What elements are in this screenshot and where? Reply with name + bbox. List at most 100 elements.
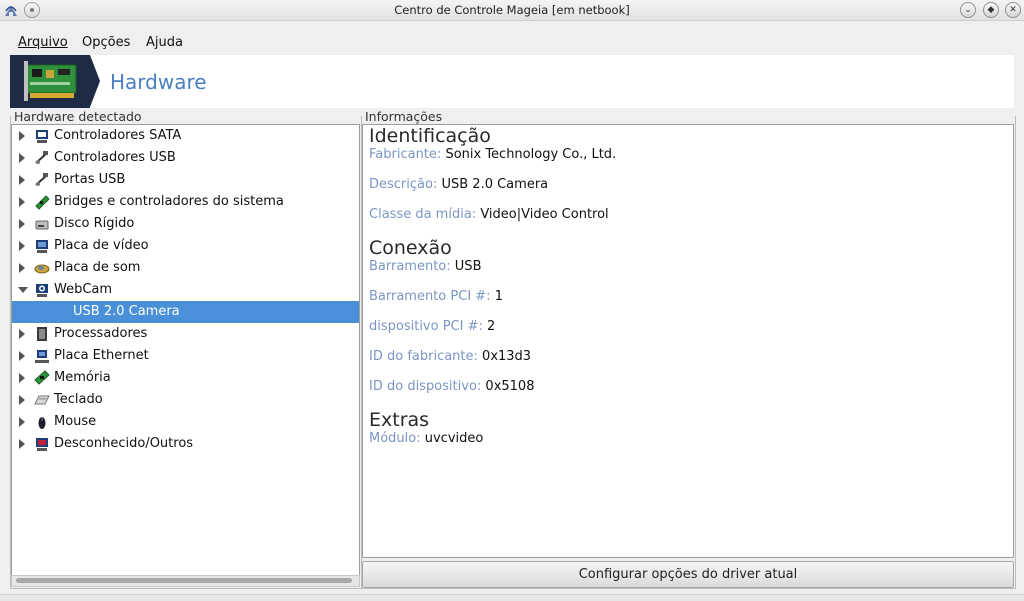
tree-item-label: Placa de som <box>54 260 141 275</box>
field-id-fabricante: ID do fabricante: 0x13d3 <box>369 349 531 364</box>
field-value: Video|Video Control <box>480 207 609 222</box>
bridge-icon <box>35 195 50 210</box>
tree-item-label: Controladores SATA <box>54 128 182 143</box>
tree-item-keyboard[interactable]: Teclado <box>12 389 359 411</box>
maximize-button[interactable]: ◆ <box>983 2 999 18</box>
memory-icon <box>34 370 50 385</box>
field-value: 0x5108 <box>485 379 535 394</box>
tree-item-label: Portas USB <box>54 172 126 187</box>
expander-icon[interactable] <box>19 417 25 427</box>
tree-item-label: Bridges e controladores do sistema <box>54 194 284 209</box>
tree-item-bridges[interactable]: Bridges e controladores do sistema <box>12 191 359 213</box>
expander-icon[interactable] <box>19 439 25 449</box>
field-classe-midia: Classe da mídia: Video|Video Control <box>369 207 609 222</box>
window-titlebar: Centro de Controle Mageia [em netbook] ⌄… <box>0 0 1024 21</box>
field-descricao: Descrição: USB 2.0 Camera <box>369 177 548 192</box>
field-id-dispositivo: ID do dispositivo: 0x5108 <box>369 379 534 394</box>
section-identificacao-title: Identificação <box>369 125 491 147</box>
info-frame-label: Informações <box>364 109 444 124</box>
menu-arquivo[interactable]: Arquivo <box>18 35 68 50</box>
usb-port-icon <box>35 173 48 186</box>
expander-icon[interactable] <box>19 131 25 141</box>
processor-icon <box>37 327 47 341</box>
menu-opcoes[interactable]: Opções <box>82 35 130 50</box>
expander-icon[interactable] <box>19 373 25 383</box>
scrollbar-thumb[interactable] <box>16 578 352 583</box>
expander-icon[interactable] <box>19 329 25 339</box>
horizontal-scrollbar[interactable] <box>11 575 360 587</box>
tree-item-ethernet[interactable]: Placa Ethernet <box>12 345 359 367</box>
menu-arquivo-label: Arquivo <box>18 35 68 50</box>
tree-item-usb-camera[interactable]: USB 2.0 Camera <box>12 301 359 323</box>
tree-item-hard-disk[interactable]: Disco Rígido <box>12 213 359 235</box>
field-value: USB <box>454 259 482 274</box>
info-panel: Identificação Fabricante: Sonix Technolo… <box>362 124 1014 558</box>
close-button[interactable]: ✕ <box>1005 2 1021 18</box>
tree-item-memory[interactable]: Memória <box>12 367 359 389</box>
header-banner: Hardware <box>10 55 1014 108</box>
chevron-down-icon: ⌄ <box>964 5 972 15</box>
usb-controller-icon <box>35 151 48 164</box>
page-title: Hardware <box>110 70 207 94</box>
section-conexao-title: Conexão <box>369 237 452 259</box>
tree-item-usb-ports[interactable]: Portas USB <box>12 169 359 191</box>
tree-item-unknown[interactable]: Desconhecido/Outros <box>12 433 359 455</box>
field-label: Barramento: <box>369 259 451 274</box>
field-value: Sonix Technology Co., Ltd. <box>445 147 617 162</box>
hardware-tree[interactable]: Controladores SATA Controladores USB Por… <box>11 124 360 576</box>
header-logo <box>10 55 90 108</box>
field-value: USB 2.0 Camera <box>441 177 549 192</box>
tree-item-label: Processadores <box>54 326 148 341</box>
field-value: 0x13d3 <box>482 349 532 364</box>
tree-item-label: Desconhecido/Outros <box>54 436 194 451</box>
tree-item-label: Placa Ethernet <box>54 348 149 363</box>
field-fabricante: Fabricante: Sonix Technology Co., Ltd. <box>369 147 616 162</box>
expander-icon[interactable] <box>19 175 25 185</box>
field-label: Barramento PCI #: <box>369 289 491 304</box>
expander-icon[interactable] <box>19 219 25 229</box>
unknown-device-icon <box>36 438 48 451</box>
field-label: Módulo: <box>369 431 421 446</box>
minimize-button[interactable]: ⌄ <box>960 2 976 18</box>
hardware-frame-label: Hardware detectado <box>13 109 143 124</box>
mouse-icon <box>38 417 46 429</box>
tree-item-webcam[interactable]: WebCam <box>12 279 359 301</box>
expander-icon[interactable] <box>19 351 25 361</box>
tree-item-label: Disco Rígido <box>54 216 135 231</box>
expander-icon[interactable] <box>19 241 25 251</box>
sound-card-icon <box>34 264 50 274</box>
tree-item-processors[interactable]: Processadores <box>12 323 359 345</box>
field-value: uvcvideo <box>424 431 484 446</box>
expander-icon[interactable] <box>19 197 25 207</box>
field-value: 1 <box>494 289 503 304</box>
close-icon: ✕ <box>1009 5 1017 15</box>
menu-ajuda[interactable]: Ajuda <box>146 35 183 50</box>
tree-item-video-card[interactable]: Placa de vídeo <box>12 235 359 257</box>
field-barramento-pci: Barramento PCI #: 1 <box>369 289 503 304</box>
section-extras-title: Extras <box>369 409 430 431</box>
header-arrow <box>90 55 100 107</box>
field-value: 2 <box>487 319 496 334</box>
tree-item-sata[interactable]: Controladores SATA <box>12 125 359 147</box>
tree-item-label: Teclado <box>54 392 103 407</box>
pci-card-icon <box>10 55 90 108</box>
expander-icon[interactable] <box>19 263 25 273</box>
expander-icon[interactable] <box>19 153 25 163</box>
field-label: dispositivo PCI #: <box>369 319 483 334</box>
tree-item-label: Placa de vídeo <box>54 238 149 253</box>
tree-item-sound-card[interactable]: Placa de som <box>12 257 359 279</box>
configure-driver-button[interactable]: Configurar opções do driver atual <box>362 561 1014 588</box>
hard-disk-icon <box>35 220 49 230</box>
tree-item-mouse[interactable]: Mouse <box>12 411 359 433</box>
expander-icon[interactable] <box>18 287 28 293</box>
field-dispositivo-pci: dispositivo PCI #: 2 <box>369 319 495 334</box>
expander-icon[interactable] <box>19 395 25 405</box>
field-label: ID do dispositivo: <box>369 379 482 394</box>
window-title: Centro de Controle Mageia [em netbook] <box>394 3 630 17</box>
webcam-icon <box>36 284 48 297</box>
tree-item-label: Controladores USB <box>54 150 176 165</box>
field-modulo: Módulo: uvcvideo <box>369 431 483 446</box>
tree-item-usb-controllers[interactable]: Controladores USB <box>12 147 359 169</box>
keyboard-icon <box>34 395 50 405</box>
field-barramento: Barramento: USB <box>369 259 481 274</box>
